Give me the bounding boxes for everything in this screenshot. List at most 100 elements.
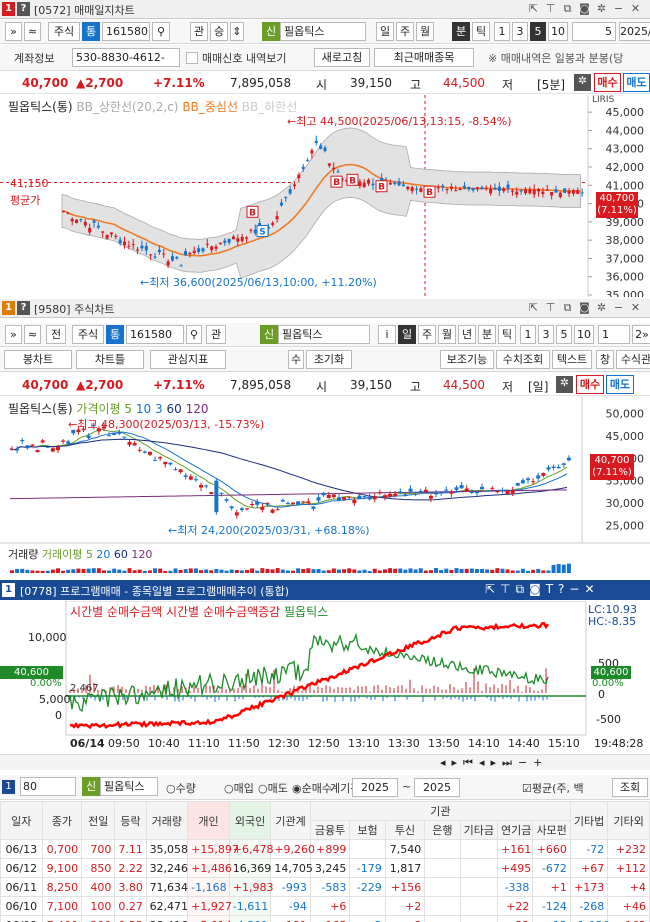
buy-button[interactable]: 매수 — [594, 73, 621, 92]
integrated-flag[interactable]: 통 — [82, 22, 100, 41]
period-minute[interactable]: 분 — [452, 22, 470, 41]
table-row[interactable]: 06/11 8,250 400 3.80 71,634 -1,168 +1,983 -993-… — [0, 877, 650, 897]
interval-1[interactable]: 1 — [520, 325, 536, 344]
account-select[interactable]: 530-8830-4612- — [72, 48, 180, 67]
window-number[interactable]: 1 — [2, 301, 15, 315]
window-button[interactable]: 창 — [596, 350, 614, 369]
table-row[interactable]: 06/097,4002000.5338,416+5,014-4,301+181+… — [0, 915, 650, 922]
spin-icon[interactable]: ⇕ — [230, 22, 244, 41]
col-rate[interactable]: 등락 — [114, 801, 147, 840]
copy-icon[interactable]: ⧉ — [560, 1, 575, 16]
col-date[interactable]: 일자 — [0, 801, 43, 840]
buy-button[interactable]: 매수 — [576, 375, 604, 394]
radio-net-buy[interactable]: ◉순매수 — [292, 780, 332, 796]
prev-day-button[interactable]: 전 — [46, 325, 66, 344]
camera-icon[interactable]: ◙ — [577, 1, 592, 16]
period-week[interactable]: 주 — [418, 325, 436, 344]
candle-chart-button[interactable]: 봉차트 — [4, 350, 72, 369]
table-row[interactable]: 06/12 9,100 850 2.22 32,246 +1,486 16,369 14,70… — [0, 858, 650, 878]
chart-frame-button[interactable]: 차트틀 — [76, 350, 144, 369]
date-input[interactable]: 2025/ — [619, 22, 650, 41]
formula-button[interactable]: 수식관 — [616, 350, 650, 369]
related-button[interactable]: 관 — [206, 325, 226, 344]
sell-button[interactable]: 매도 — [623, 73, 650, 92]
col-bank[interactable]: 은행 — [424, 820, 461, 840]
window-number[interactable]: 1 — [2, 583, 15, 597]
interval-3[interactable]: 3 — [538, 325, 554, 344]
col-insurance[interactable]: 보험 — [349, 820, 386, 840]
period-year[interactable]: 년 — [458, 325, 476, 344]
col-other-foreign[interactable]: 기타외 — [607, 801, 650, 840]
minimize-icon[interactable]: − — [611, 1, 626, 16]
col-pension[interactable]: 연기금 — [497, 820, 534, 840]
query-button[interactable]: 조회 — [612, 778, 648, 797]
search-icon[interactable]: ⚲ — [186, 325, 202, 344]
period-day[interactable]: 일 — [376, 22, 394, 41]
col-individual[interactable]: 개인 — [187, 801, 230, 840]
average-checkbox[interactable]: ☑평균(주, 백 — [522, 780, 584, 796]
recent-stocks-button[interactable]: 최근매매종목 — [374, 48, 474, 67]
period-month[interactable]: 월 — [416, 22, 434, 41]
interval-1[interactable]: 1 — [494, 22, 510, 41]
expand-button[interactable]: » — [5, 325, 22, 344]
collapse-button[interactable]: ≈ — [24, 22, 41, 41]
market-select[interactable]: 주식 — [48, 22, 80, 41]
interval-10[interactable]: 10 — [548, 22, 568, 41]
period-day[interactable]: 일 — [398, 325, 416, 344]
more-button[interactable]: 2» — [632, 325, 650, 344]
gear-icon[interactable]: ✲ — [594, 300, 609, 315]
period-tick[interactable]: 틱 — [498, 325, 516, 344]
table-row[interactable]: 06/10 7,100 100 0.27 62,471 +1,927 -1,611 -94 +6… — [0, 896, 650, 916]
col-other-corp[interactable]: 기타법 — [569, 801, 609, 840]
market-select[interactable]: 주식 — [72, 325, 104, 344]
col-inst-total[interactable]: 기관계 — [270, 801, 311, 840]
window3-controls[interactable]: ⇱⊤⧉◙T?−✕ — [485, 582, 600, 597]
period-month[interactable]: 월 — [438, 325, 456, 344]
info-button[interactable]: i — [378, 325, 396, 344]
sell-button[interactable]: 매도 — [606, 375, 634, 394]
scroll-bar[interactable]: ◂▸⏮◂▸⏭−+ — [0, 754, 650, 770]
col-close[interactable]: 종가 — [41, 801, 83, 840]
signal-checkbox[interactable] — [186, 52, 198, 64]
radio-quantity[interactable]: ○수량 — [166, 780, 196, 796]
period-minute[interactable]: 분 — [478, 325, 496, 344]
interval-select[interactable]: 5 — [572, 22, 616, 41]
period-week[interactable]: 주 — [396, 22, 414, 41]
pin-icon[interactable]: ⊤ — [543, 1, 558, 16]
window-number[interactable]: 1 — [2, 2, 15, 16]
help-icon[interactable]: ? — [17, 2, 30, 16]
period-tick[interactable]: 틱 — [472, 22, 490, 41]
col-volume[interactable]: 거래량 — [145, 801, 189, 840]
help-icon[interactable]: ? — [17, 301, 30, 315]
radio-buy[interactable]: ○매입 — [224, 780, 254, 796]
window-number[interactable]: 1 — [2, 780, 15, 794]
reset-button[interactable]: 초기화 — [306, 350, 352, 369]
text-button[interactable]: 텍스트 — [552, 350, 592, 369]
to-date[interactable]: 2025 — [414, 778, 460, 797]
interval-3[interactable]: 3 — [512, 22, 528, 41]
updown-button[interactable]: 승 — [210, 22, 228, 41]
camera-icon[interactable]: ◙ — [577, 300, 592, 315]
count-button[interactable]: 수 — [288, 350, 304, 369]
interval-10[interactable]: 10 — [574, 325, 594, 344]
gear-icon[interactable]: ✲ — [594, 1, 609, 16]
col-prev[interactable]: 전일 — [81, 801, 116, 840]
code-input[interactable]: 161580 — [126, 325, 184, 344]
col-pef[interactable]: 사모펀 — [532, 820, 571, 840]
indicator-button[interactable]: 관심지표 — [150, 350, 226, 369]
close-icon[interactable]: ✕ — [628, 1, 643, 16]
search-icon[interactable]: ⚲ — [152, 22, 170, 41]
radio-sell[interactable]: ○매도 — [258, 780, 288, 796]
close-icon[interactable]: ✕ — [628, 300, 643, 315]
expand-button[interactable]: » — [5, 22, 22, 41]
table-row[interactable]: 06/13 0,700 700 7.11 35,058 +15,897 +6,478 +9,2… — [0, 839, 650, 859]
dock-icon[interactable]: ⇱ — [526, 300, 541, 315]
interval-select[interactable]: 1 — [598, 325, 630, 344]
settings-icon[interactable]: ✲ — [574, 74, 591, 91]
code-input[interactable]: 161580 — [102, 22, 150, 41]
refresh-button[interactable]: 새로고침 — [314, 48, 370, 67]
col-trust[interactable]: 투신 — [384, 820, 426, 840]
collapse-button[interactable]: ≈ — [24, 325, 41, 344]
dock-icon[interactable]: ⇱ — [526, 1, 541, 16]
interval-5[interactable]: 5 — [530, 22, 546, 41]
